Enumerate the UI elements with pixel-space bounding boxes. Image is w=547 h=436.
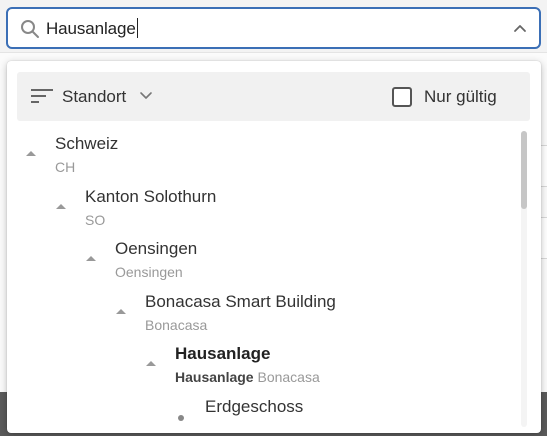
dropdown-toolbar: Standort Nur gültig	[17, 72, 530, 121]
search-icon	[21, 20, 39, 38]
tree-node-name: Schweiz	[55, 134, 119, 153]
tree-node-subtitle-text: Bonacasa	[257, 369, 320, 385]
tree-node-name: Hausanlage	[175, 344, 271, 363]
location-search-field[interactable]: Hausanlage	[6, 7, 541, 49]
collapse-triangle-icon[interactable]	[85, 255, 97, 262]
leaf-dot-icon	[178, 415, 184, 421]
tree-node-subtitle-text: SO	[85, 212, 106, 228]
collapse-triangle-icon[interactable]	[145, 360, 157, 367]
tree-node-subtitle-text: CH	[55, 159, 76, 175]
scrollbar-thumb[interactable]	[521, 131, 527, 209]
tree-node-name: Bonacasa Smart Building	[145, 292, 336, 311]
collapse-triangle-icon[interactable]	[25, 150, 37, 157]
tree-node-subtitle-text: Bonacasa	[145, 317, 208, 333]
tree-node-subtitle: Oensingen	[115, 264, 183, 280]
sort-dropdown-label[interactable]: Standort	[62, 87, 126, 107]
collapse-triangle-icon[interactable]	[115, 308, 127, 315]
collapse-triangle-icon[interactable]	[55, 203, 67, 210]
tree-node-subtitle-text: Oensingen	[115, 264, 183, 280]
tree-node-subtitle: CH	[55, 159, 75, 175]
location-tree: Schweiz CH Kanton Solothurn SO Oensingen…	[7, 126, 519, 433]
tree-node-name: Kanton Solothurn	[85, 187, 217, 206]
tree-node-subtitle-match: Hausanlage	[175, 369, 254, 385]
tree-node-subtitle: Hausanlage Bonacasa	[175, 369, 320, 385]
location-dropdown-panel: Standort Nur gültig Schweiz CH Kanton So…	[7, 61, 541, 433]
text-caret	[136, 18, 138, 38]
chevron-down-icon[interactable]	[139, 91, 153, 101]
sort-icon[interactable]	[30, 86, 54, 106]
tree-node-subtitle: SO	[85, 212, 105, 228]
tree-node-subtitle: Bonacasa	[145, 317, 207, 333]
valid-only-checkbox[interactable]	[392, 87, 412, 107]
tree-node-name: Erdgeschoss	[205, 397, 304, 416]
search-input[interactable]: Hausanlage	[46, 18, 138, 39]
chevron-up-icon[interactable]	[513, 22, 527, 34]
valid-only-label[interactable]: Nur gültig	[424, 87, 497, 107]
tree-node-name: Oensingen	[115, 239, 198, 258]
